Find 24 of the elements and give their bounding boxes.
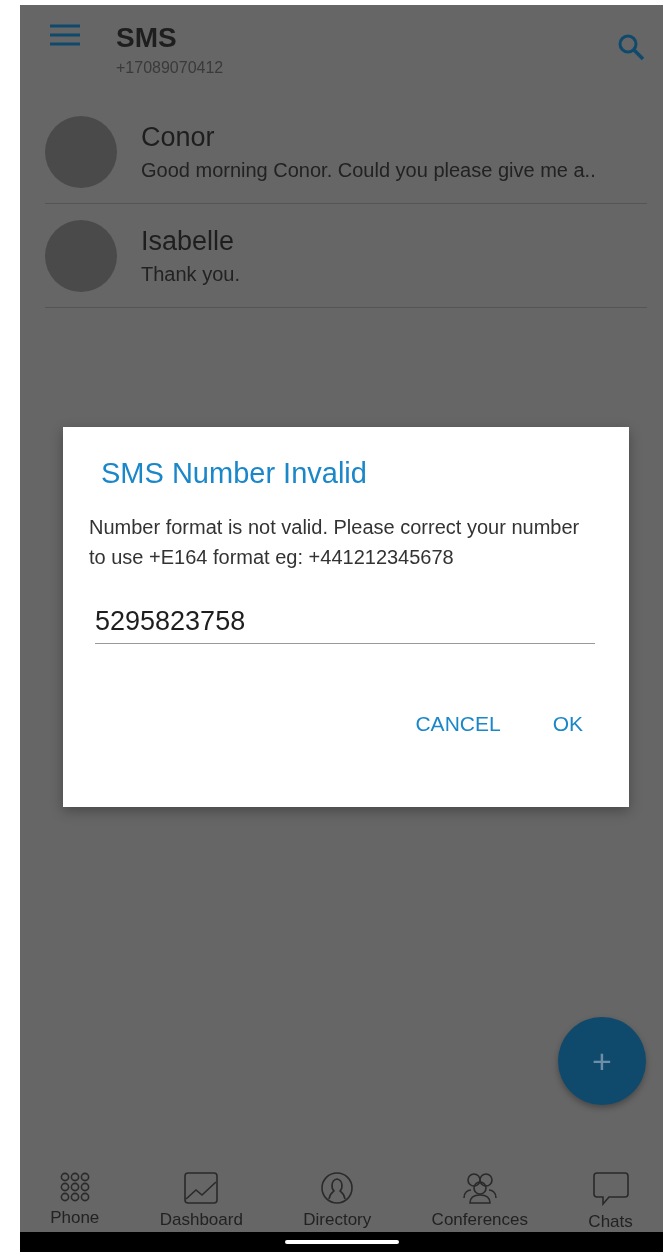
page-title: SMS bbox=[116, 23, 178, 53]
message-preview: Good morning Conor. Could you please give me a.. bbox=[141, 158, 596, 182]
dialog-button[interactable]: OK bbox=[536, 708, 599, 740]
dialpad-icon bbox=[58, 1172, 91, 1202]
contact-name: Isabelle bbox=[141, 225, 236, 257]
message-preview: Thank you. bbox=[141, 262, 240, 286]
number-input[interactable]: 5295823758 bbox=[95, 602, 595, 644]
contact-name: Conor bbox=[141, 121, 216, 153]
dialog-button[interactable]: CANCEL bbox=[399, 708, 517, 740]
search-icon[interactable] bbox=[617, 33, 645, 61]
home-indicator[interactable] bbox=[284, 1240, 399, 1244]
dialog-title: SMS Number Invalid bbox=[101, 457, 368, 490]
dialog-message: Number format is not valid. Please correct your number to use +E164 format eg: +441212345678 bbox=[89, 515, 581, 570]
nav-tab[interactable]: Chats bbox=[584, 1172, 637, 1232]
nav-tab[interactable]: Dashboard bbox=[155, 1172, 247, 1230]
nav-tab[interactable]: Phone bbox=[46, 1172, 104, 1228]
group-icon bbox=[461, 1172, 498, 1204]
add-button[interactable]: + bbox=[558, 1017, 646, 1105]
chat-icon bbox=[592, 1172, 629, 1206]
person-icon bbox=[321, 1172, 354, 1204]
chart-icon bbox=[184, 1172, 219, 1204]
nav-tab[interactable]: Directory bbox=[299, 1172, 376, 1230]
menu-icon[interactable] bbox=[50, 23, 80, 47]
nav-tab[interactable]: Conferences bbox=[427, 1172, 532, 1230]
